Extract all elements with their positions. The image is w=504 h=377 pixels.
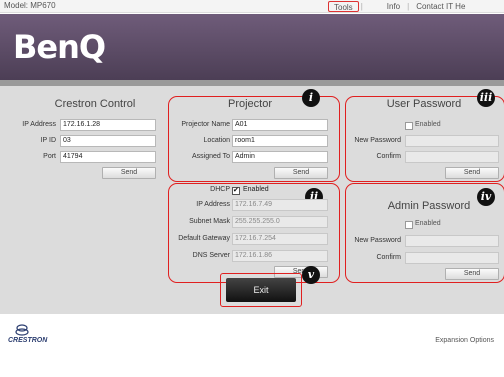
crestron-send-button[interactable]: Send — [102, 167, 156, 179]
admin-password-send-button[interactable]: Send — [445, 268, 499, 280]
crestron-port-label: Port — [43, 153, 56, 160]
crestron-logo: CRESTRON — [8, 337, 48, 344]
user-password-enabled-checkbox[interactable] — [405, 122, 413, 130]
dns-server-label: DNS Server — [192, 252, 230, 259]
crestron-port-input[interactable]: 41794 — [60, 151, 156, 163]
projector-send-button[interactable]: Send — [274, 167, 328, 179]
subnet-mask-input[interactable]: 255.255.255.0 — [232, 216, 328, 228]
network-ip-input[interactable]: 172.16.7.49 — [232, 199, 328, 211]
footer: CRESTRON Expansion Options — [0, 314, 504, 377]
nav-tools[interactable]: Tools — [328, 1, 359, 12]
nav-contact[interactable]: Contact IT He — [411, 1, 470, 12]
projector-name-input[interactable]: A01 — [232, 119, 328, 131]
user-confirm-label: Confirm — [376, 153, 401, 160]
location-input[interactable]: room1 — [232, 135, 328, 147]
network-ip-label: IP Address — [196, 201, 230, 208]
top-bar: Model: MP670 Tools | Info | Contact IT H… — [0, 0, 504, 13]
crestron-ipid-input[interactable]: 03 — [60, 135, 156, 147]
crestron-ip-input[interactable]: 172.16.1.28 — [60, 119, 156, 131]
dhcp-enabled-label: Enabled — [243, 186, 269, 193]
benq-logo: BenQ — [13, 28, 106, 66]
projector-title: Projector — [227, 98, 273, 110]
exit-button[interactable]: Exit — [226, 278, 296, 302]
header-banner: BenQ — [0, 14, 504, 80]
assigned-to-input[interactable]: Admin — [232, 151, 328, 163]
dhcp-checkbox[interactable] — [232, 186, 240, 195]
default-gateway-label: Default Gateway — [178, 235, 230, 242]
admin-password-enabled-label: Enabled — [415, 220, 441, 227]
user-password-title: User Password — [386, 98, 462, 110]
admin-password-enabled-checkbox[interactable] — [405, 221, 413, 229]
dhcp-label: DHCP — [210, 186, 230, 193]
expansion-options-link[interactable]: Expansion Options — [435, 337, 494, 344]
subnet-mask-label: Subnet Mask — [189, 218, 230, 225]
user-password-send-button[interactable]: Send — [445, 167, 499, 179]
top-nav: Tools | Info | Contact IT He — [328, 1, 470, 12]
user-password-badge: iii — [477, 89, 495, 107]
crestron-ip-label: IP Address — [22, 121, 56, 128]
user-new-password-input[interactable] — [405, 135, 499, 147]
projector-name-label: Projector Name — [181, 121, 230, 128]
user-confirm-input[interactable] — [405, 151, 499, 163]
dns-server-input[interactable]: 172.16.1.86 — [232, 250, 328, 262]
nav-info[interactable]: Info — [365, 1, 405, 12]
default-gateway-input[interactable]: 172.16.7.254 — [232, 233, 328, 245]
assigned-to-label: Assigned To — [191, 153, 230, 160]
admin-confirm-label: Confirm — [376, 254, 401, 261]
admin-new-password-label: New Password — [354, 237, 401, 244]
crestron-logo-icon — [15, 324, 29, 336]
admin-new-password-input[interactable] — [405, 235, 499, 247]
user-password-enabled-label: Enabled — [415, 121, 441, 128]
location-label: Location — [203, 137, 230, 144]
crestron-control-title: Crestron Control — [54, 98, 136, 110]
admin-password-title: Admin Password — [387, 200, 471, 212]
admin-confirm-input[interactable] — [405, 252, 499, 264]
model-label: Model: MP670 — [4, 1, 56, 10]
user-new-password-label: New Password — [354, 137, 401, 144]
exit-callout: Exit — [220, 273, 302, 307]
exit-badge: v — [302, 266, 320, 284]
crestron-ipid-label: IP ID — [40, 137, 56, 144]
